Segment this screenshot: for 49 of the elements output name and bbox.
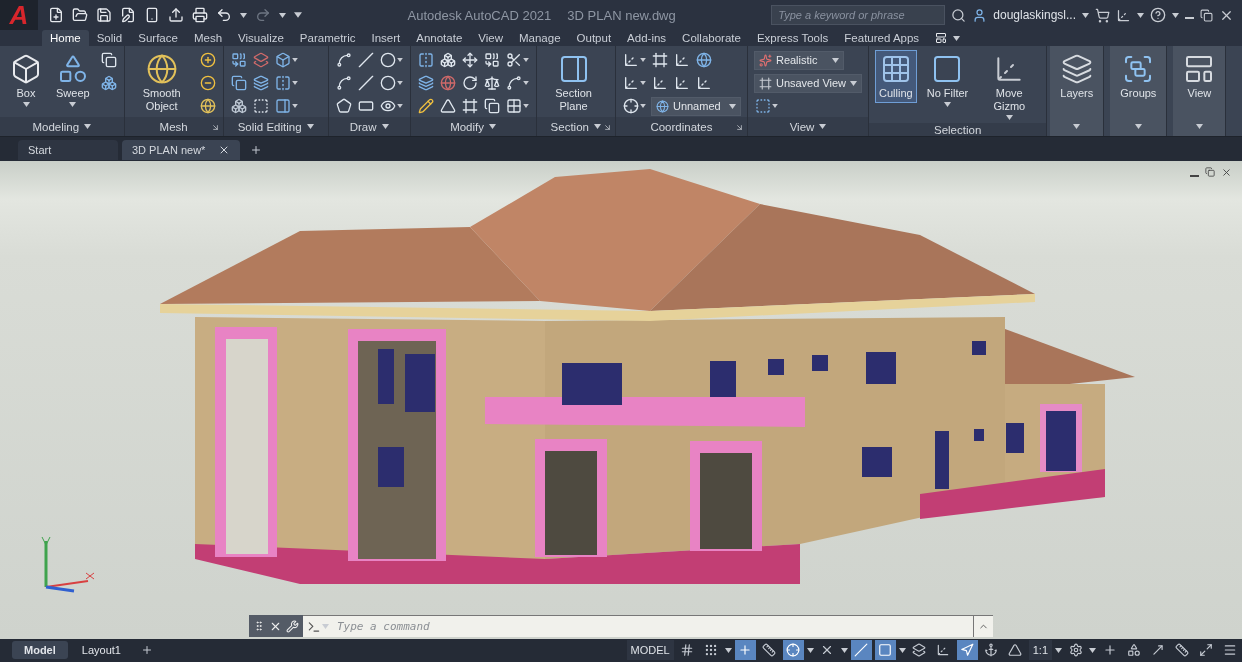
tool-button[interactable]: Sweep xyxy=(52,50,94,110)
panel-title[interactable]: Section xyxy=(536,117,615,136)
tool-button[interactable]: Smooth Object xyxy=(130,50,193,116)
model-viewport[interactable]: Type a command xyxy=(0,161,1242,639)
status-button[interactable]: MODEL xyxy=(626,640,674,660)
panel-title[interactable]: Coordinates xyxy=(615,117,747,136)
ribbon-tab[interactable]: View xyxy=(470,30,511,46)
tool-button[interactable]: No Filter xyxy=(922,50,973,110)
ribbon-tab[interactable]: Mesh xyxy=(185,30,231,46)
tool-button[interactable]: Move Gizmo xyxy=(978,50,1041,123)
window-title: Autodesk AutoCAD 2021 3D PLAN new.dwg xyxy=(406,7,677,23)
tool-button[interactable]: View xyxy=(1179,50,1220,103)
ribbon-tab[interactable]: Insert xyxy=(363,30,409,46)
user-name[interactable]: douglaskingsl... xyxy=(993,8,1076,22)
tool-button[interactable]: Culling xyxy=(875,50,917,103)
ribbon-tab[interactable]: Express Tools xyxy=(748,30,837,46)
panel-title[interactable]: Modify xyxy=(410,117,536,136)
ribbon-tab[interactable]: Output xyxy=(568,30,620,46)
tool-button[interactable]: Layers xyxy=(1056,50,1098,103)
panel-title[interactable]: Mesh xyxy=(124,117,223,136)
ribbon-tab[interactable]: Home xyxy=(42,30,89,46)
dropdown[interactable]: Unsaved View xyxy=(753,73,863,93)
status-button[interactable]: 1:1 xyxy=(1028,640,1052,660)
tool-button[interactable]: Groups xyxy=(1116,50,1161,103)
panel-title[interactable]: Draw xyxy=(328,117,410,136)
panel-title[interactable]: Selection xyxy=(869,123,1047,136)
ribbon-tab[interactable]: Manage xyxy=(511,30,569,46)
ribbon-tab[interactable]: Visualize xyxy=(230,30,292,46)
search-field[interactable]: Type a keyword or phrase xyxy=(771,5,946,25)
layout-tab[interactable]: Model xyxy=(12,641,68,659)
ribbon-tab[interactable]: Featured Apps xyxy=(836,30,928,46)
ribbon-tab[interactable]: Surface xyxy=(130,30,186,46)
ribbon-tab[interactable]: Annotate xyxy=(408,30,471,46)
app-logo: A xyxy=(0,0,38,30)
file-tab[interactable]: 3D PLAN new* xyxy=(122,140,240,160)
panel-title[interactable]: Solid Editing xyxy=(223,117,328,136)
dropdown[interactable]: Realistic xyxy=(753,50,844,70)
panel-title[interactable]: Modeling xyxy=(0,117,124,136)
command-input[interactable]: Type a command xyxy=(333,615,974,637)
ribbon-tab[interactable]: Add-ins xyxy=(619,30,675,46)
tool-button[interactable]: Section Plane xyxy=(542,50,605,116)
ribbon-tab[interactable]: Parametric xyxy=(291,30,364,46)
ribbon-tab[interactable]: Collaborate xyxy=(674,30,749,46)
ribbon-tab[interactable]: Solid xyxy=(88,30,131,46)
layout-tab[interactable]: Layout1 xyxy=(69,641,133,659)
dropdown[interactable]: Unnamed xyxy=(650,96,741,116)
file-tab[interactable]: Start xyxy=(18,140,118,160)
tool-button[interactable]: Box xyxy=(6,50,46,110)
panel-title[interactable]: View xyxy=(747,117,869,136)
